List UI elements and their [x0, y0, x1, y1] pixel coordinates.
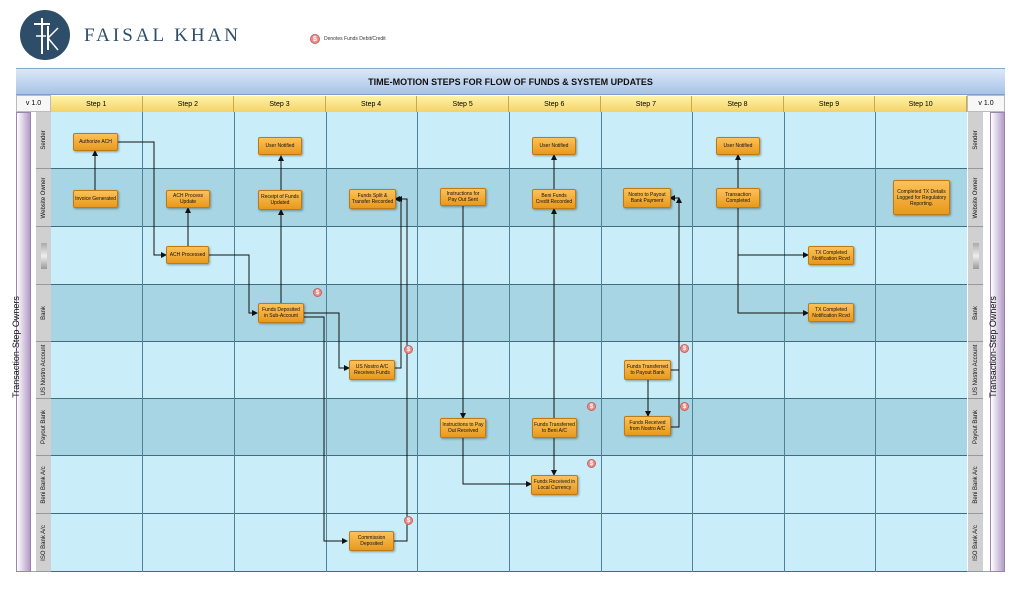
- process-box: Funds Split & Transfer Recorded: [349, 189, 396, 209]
- connector: [304, 312, 350, 371]
- process-box: TX Completed Notification Rcvd: [808, 246, 854, 265]
- process-box: Nostro to Payout Bank Payment: [623, 188, 671, 208]
- dollar-icon: $: [404, 345, 413, 354]
- process-box: Funds Transferred to Beni A/C: [532, 418, 577, 438]
- connector: [671, 197, 682, 428]
- process-box: Receipt of Funds Updated: [258, 190, 302, 210]
- dollar-icon: $: [587, 459, 596, 468]
- connector: [118, 141, 167, 258]
- process-box: Commission Deposited: [349, 531, 394, 551]
- dollar-icon: $: [680, 402, 689, 411]
- connector: [737, 255, 809, 316]
- process-box: Authorize ACH: [73, 133, 118, 151]
- process-box: Transaction Completed: [716, 188, 760, 208]
- process-box: TX Completed Notification Rcvd: [808, 303, 854, 322]
- dollar-icon: $: [404, 516, 413, 525]
- dollar-icon: $: [587, 402, 596, 411]
- process-box: User Notified: [258, 137, 302, 155]
- connector: [304, 316, 348, 544]
- process-box: ACH Processed: [166, 246, 209, 264]
- process-box: Instructions to Pay Out Received: [440, 418, 486, 438]
- process-box: Funds Received in Local Currency: [531, 475, 578, 495]
- dollar-icon: $: [313, 288, 322, 297]
- process-box: Funds Deposited in Sub-Account: [258, 303, 304, 323]
- process-box: US Nostro A/C Receives Funds: [349, 360, 395, 380]
- connector: [209, 254, 258, 316]
- process-box: ACH Process Update: [166, 190, 210, 208]
- process-box: Completed TX Details Logged for Regulato…: [893, 180, 950, 215]
- connector: [669, 195, 680, 371]
- connector: [737, 208, 809, 258]
- process-box: Funds Received from Nostro A/C: [624, 416, 671, 436]
- process-box: User Notified: [532, 137, 576, 155]
- process-box: Instructions for Pay Out Sent: [440, 188, 486, 206]
- dollar-icon: $: [680, 344, 689, 353]
- flow-connectors: [92, 141, 809, 544]
- process-box: Beni Funds Credit Recorded: [532, 189, 576, 209]
- process-box: Invoice Generated: [73, 190, 118, 208]
- process-box: User Notified: [716, 137, 760, 155]
- process-box: Funds Transferred to Payout Bank: [624, 360, 671, 380]
- connector: [462, 438, 532, 487]
- connector: [394, 196, 402, 369]
